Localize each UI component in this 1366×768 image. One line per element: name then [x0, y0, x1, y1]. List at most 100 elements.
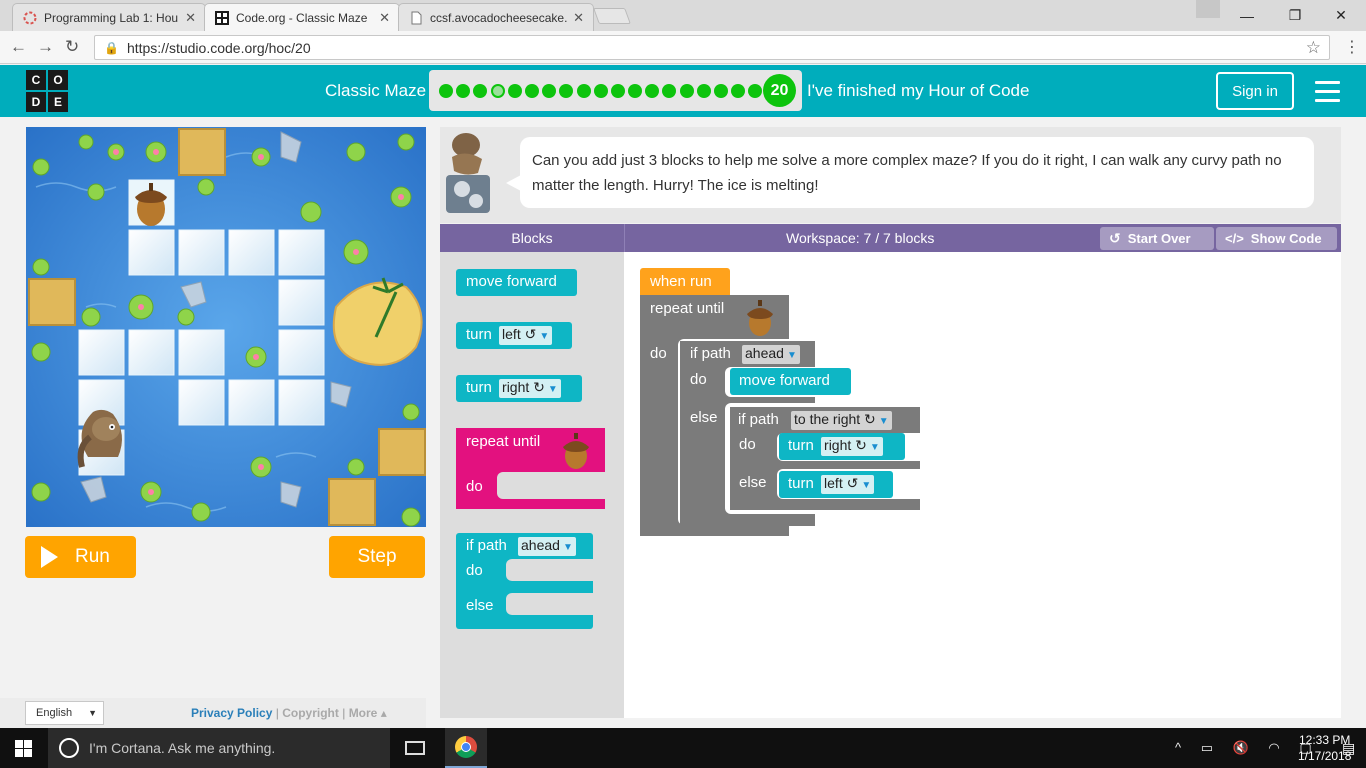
- level-progress-dot[interactable]: [628, 83, 643, 98]
- level-progress-dot[interactable]: [507, 83, 522, 98]
- forward-icon[interactable]: →: [37, 37, 54, 57]
- cortana-icon: [59, 738, 79, 758]
- sign-in-button[interactable]: Sign in: [1216, 72, 1294, 110]
- address-bar[interactable]: 🔒 https://studio.code.org/hoc/20 ☆: [94, 35, 1330, 60]
- level-progress-dot[interactable]: [610, 83, 625, 98]
- block-label: repeat until: [466, 433, 541, 450]
- level-progress-dot[interactable]: [576, 83, 591, 98]
- reset-icon: ↺: [1109, 230, 1121, 246]
- tab-close-icon[interactable]: ✕: [573, 10, 584, 26]
- language-select[interactable]: English ▼: [25, 701, 104, 725]
- when-run-block[interactable]: when run: [640, 268, 730, 295]
- current-level-badge[interactable]: 20: [763, 74, 796, 107]
- path-dropdown[interactable]: ahead ▼: [518, 537, 576, 556]
- maximize-button[interactable]: ❐: [1272, 0, 1318, 31]
- direction-dropdown[interactable]: left ↺ ▼: [499, 326, 553, 345]
- path-dropdown[interactable]: to the right ↻ ▼: [791, 411, 892, 430]
- codeorg-favicon-icon: [215, 11, 229, 25]
- close-window-button[interactable]: ✕: [1318, 0, 1364, 31]
- run-button[interactable]: Run: [25, 536, 136, 578]
- level-progress-dot[interactable]: [524, 83, 539, 98]
- level-progress-dot[interactable]: [645, 83, 660, 98]
- browser-toolbar: ← → ↻ 🔒 https://studio.code.org/hoc/20 ☆…: [0, 31, 1366, 64]
- toolbox-turn-left-block[interactable]: turn left ↺ ▼: [456, 322, 572, 349]
- new-tab-button[interactable]: [593, 8, 631, 24]
- turn-right-block[interactable]: turn right ↻ ▼: [779, 433, 905, 460]
- level-progress-dot[interactable]: [593, 83, 608, 98]
- path-dropdown[interactable]: ahead ▼: [742, 345, 800, 364]
- move-forward-block[interactable]: move forward: [730, 368, 851, 395]
- reload-icon[interactable]: ↻: [65, 37, 79, 57]
- more-link[interactable]: More ▴: [349, 706, 387, 720]
- level-progress-dot[interactable]: [559, 83, 574, 98]
- logo-letter: C: [26, 70, 46, 90]
- direction-dropdown[interactable]: right ↻ ▼: [499, 379, 561, 398]
- hamburger-menu-icon[interactable]: [1315, 81, 1340, 108]
- instructions-panel: Can you add just 3 blocks to help me sol…: [440, 127, 1341, 223]
- level-progress-dot[interactable]: [679, 83, 694, 98]
- tab-ccsf-avocado[interactable]: ccsf.avocadocheesecake. ✕: [398, 3, 594, 31]
- chrome-taskbar-icon[interactable]: [445, 728, 487, 768]
- direction-dropdown[interactable]: left ↺ ▼: [821, 475, 875, 494]
- level-progress-dot[interactable]: [456, 83, 471, 98]
- bookmark-star-icon[interactable]: ☆: [1306, 38, 1321, 58]
- finished-hour-of-code-link[interactable]: I've finished my Hour of Code: [807, 81, 1029, 101]
- block-label: if path: [738, 411, 779, 428]
- cortana-search-box[interactable]: I'm Cortana. Ask me anything.: [48, 728, 390, 768]
- minimize-button[interactable]: —: [1224, 0, 1270, 31]
- windows-start-icon[interactable]: [15, 740, 32, 757]
- dropdown-arrow-icon: ▼: [878, 416, 889, 427]
- footer-separator: |: [342, 706, 346, 720]
- dropdown-value: right ↻: [824, 437, 867, 453]
- tab-programming-lab[interactable]: Programming Lab 1: Hou ✕: [12, 3, 206, 31]
- user-profile-icon[interactable]: [1196, 0, 1220, 18]
- program-workspace[interactable]: when run repeat until do if path ahead ▼ …: [624, 252, 1341, 718]
- logo-letter: D: [26, 92, 46, 112]
- tab-close-icon[interactable]: ✕: [185, 10, 196, 26]
- level-progress-dot[interactable]: [473, 83, 488, 98]
- codeorg-header: C O D E Classic Maze 20 I've finished my…: [0, 65, 1366, 117]
- browser-tabstrip: Programming Lab 1: Hou ✕ Code.org - Clas…: [0, 0, 1366, 32]
- block-label: do: [650, 345, 667, 362]
- block-label: do: [466, 478, 483, 495]
- lock-icon: 🔒: [104, 40, 119, 55]
- codeorg-logo[interactable]: C O D E: [26, 70, 68, 112]
- play-icon: [41, 546, 58, 568]
- level-progress-dot[interactable]: [714, 83, 728, 98]
- toolbox-turn-right-block[interactable]: turn right ↻ ▼: [456, 375, 582, 402]
- start-over-button[interactable]: ↺ Start Over: [1100, 227, 1214, 250]
- dropdown-arrow-icon: ▼: [562, 542, 573, 553]
- copyright-link[interactable]: Copyright: [282, 706, 339, 720]
- privacy-policy-link[interactable]: Privacy Policy: [191, 706, 272, 720]
- dropdown-arrow-icon: ▼: [786, 350, 797, 361]
- step-button[interactable]: Step: [329, 536, 425, 578]
- toolbox-repeat-until-block[interactable]: repeat until do: [456, 428, 605, 509]
- dropdown-caret-icon: ▼: [88, 708, 97, 718]
- toolbox-if-else-block[interactable]: if path ahead ▼ do else: [456, 533, 593, 629]
- level-progress-dot[interactable]: [731, 83, 746, 98]
- dropdown-value: right ↻: [502, 379, 545, 395]
- browser-menu-icon[interactable]: ⋮: [1344, 37, 1360, 57]
- dropdown-value: ahead: [745, 345, 784, 361]
- back-icon[interactable]: ←: [10, 37, 27, 57]
- turn-left-block[interactable]: turn left ↺ ▼: [779, 471, 893, 498]
- toolbox-move-forward-block[interactable]: move forward: [456, 269, 577, 296]
- level-progress-dot[interactable]: [748, 83, 763, 98]
- block-label: turn: [466, 379, 492, 396]
- url-text: https://studio.code.org/hoc/20: [126, 39, 311, 56]
- block-label: if path: [466, 537, 507, 554]
- direction-dropdown[interactable]: right ↻ ▼: [821, 437, 883, 456]
- level-progress-dot[interactable]: [439, 83, 453, 98]
- show-code-button[interactable]: </> Show Code: [1216, 227, 1337, 250]
- level-progress-dot[interactable]: [696, 83, 711, 98]
- level-progress-dot[interactable]: [662, 83, 677, 98]
- tab-close-icon[interactable]: ✕: [379, 10, 390, 26]
- notification-center-icon[interactable]: ▤: [1342, 740, 1355, 757]
- block-label: turn: [788, 475, 814, 492]
- task-view-icon[interactable]: [405, 741, 425, 755]
- level-progress-dot[interactable]: [542, 83, 557, 98]
- dropdown-arrow-icon: ▼: [861, 480, 872, 491]
- show-code-label: Show Code: [1250, 231, 1322, 246]
- level-progress-dot[interactable]: [490, 83, 505, 98]
- tab-code-org-classic-maze[interactable]: Code.org - Classic Maze ✕: [204, 3, 400, 32]
